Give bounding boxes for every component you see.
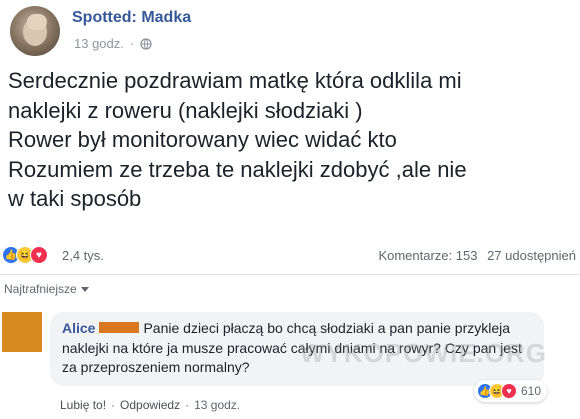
watermark: WYKOPOWIE.ORG — [300, 338, 547, 368]
post-header: Spotted: Madka 13 godz. · — [10, 6, 570, 58]
avatar-hand — [27, 14, 47, 30]
comment-reaction-count: 610 — [521, 384, 542, 398]
commenter-avatar[interactable] — [2, 312, 42, 352]
stats-right: Komentarze: 153 27 udostępnień — [372, 248, 576, 263]
redaction-bar — [99, 322, 140, 333]
reaction-icons[interactable]: 👍 😆 ♥ — [2, 246, 48, 264]
post-text-line: Rozumiem ze trzeba te naklejki zdobyć ,a… — [8, 156, 467, 182]
caret-down-icon — [80, 286, 89, 292]
post-text-line: Serdecznie pozdrawiam matkę która odklil… — [8, 68, 462, 93]
page-avatar[interactable] — [10, 6, 60, 56]
comment-sort-dropdown[interactable]: Najtrafniejsze — [4, 282, 89, 296]
love-icon: ♥ — [30, 246, 48, 264]
dot-separator: · — [185, 398, 190, 412]
love-icon: ♥ — [501, 383, 517, 399]
dot-separator: · — [111, 398, 116, 412]
post-text-line: naklejki z roweru (naklejki słodziaki ) — [8, 97, 363, 123]
comment-reactions[interactable]: 👍 😆 ♥ 610 — [474, 380, 548, 402]
post-text-line: Rower był monitorowany wiec widać kto — [8, 127, 397, 152]
post-stats: 👍 😆 ♥ 2,4 tys. Komentarze: 153 27 udostę… — [0, 244, 580, 268]
post-meta: 13 godz. · — [74, 36, 152, 51]
comment-author-link[interactable]: Alice — [62, 320, 95, 336]
post-time[interactable]: 13 godz. — [74, 36, 124, 51]
shares-count-link[interactable]: 27 udostępnień — [487, 248, 576, 263]
post-text-line: w taki sposób — [8, 186, 142, 211]
reaction-count[interactable]: 2,4 tys. — [62, 248, 104, 263]
comment-time[interactable]: 13 godz. — [194, 398, 240, 412]
like-button[interactable]: Lubię to! — [60, 398, 106, 412]
sort-label: Najtrafniejsze — [4, 282, 77, 296]
divider — [0, 274, 580, 275]
globe-icon[interactable] — [140, 37, 152, 50]
page-name-link[interactable]: Spotted: Madka — [72, 9, 191, 27]
reply-button[interactable]: Odpowiedz — [120, 398, 180, 412]
comments-count-link[interactable]: Komentarze: 153 — [378, 248, 477, 263]
post-body: Serdecznie pozdrawiam matkę która odklil… — [8, 66, 574, 214]
comment-actions: Lubię to! · Odpowiedz · 13 godz. — [60, 398, 240, 412]
dot-separator: · — [129, 36, 135, 51]
